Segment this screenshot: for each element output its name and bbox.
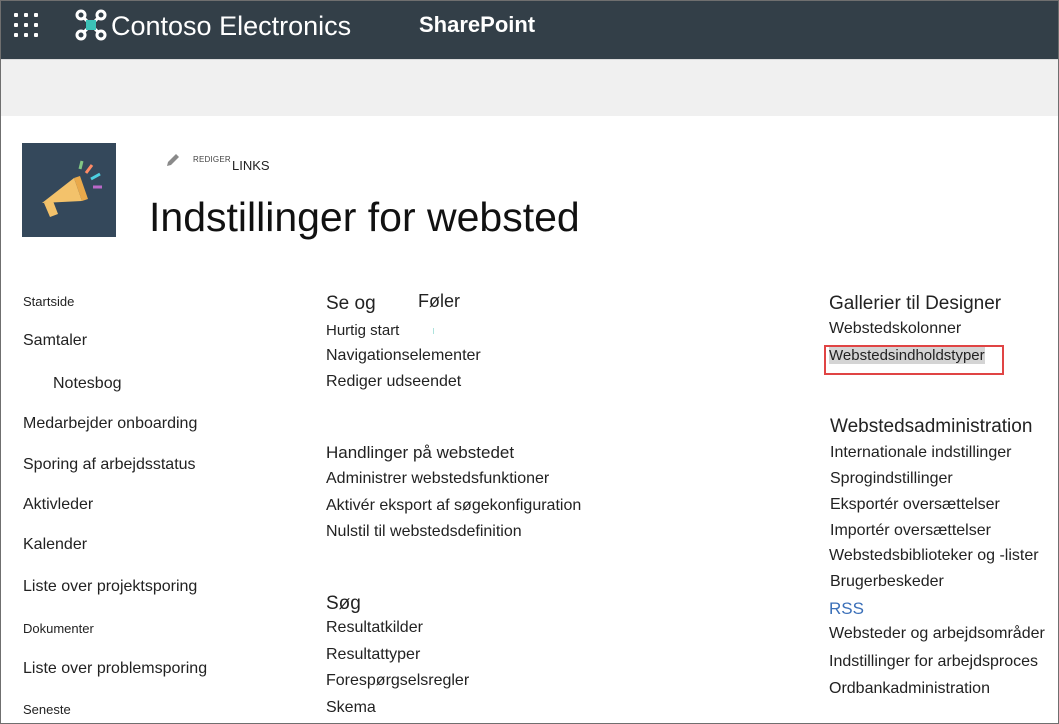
link-eksporter[interactable]: Eksportér oversættelser xyxy=(830,496,1000,514)
section-heading-search: Søg xyxy=(326,593,361,614)
link-rediger-udseendet[interactable]: Rediger udseendet xyxy=(326,373,461,391)
nav-item-startside[interactable]: Startside xyxy=(23,294,74,309)
link-resultatkilder[interactable]: Resultatkilder xyxy=(326,619,423,637)
text-cursor xyxy=(433,328,434,334)
link-websteder-arbejdsomraader[interactable]: Websteder og arbejdsområder xyxy=(829,625,1045,643)
contoso-logo-icon xyxy=(75,9,107,41)
link-nulstil[interactable]: Nulstil til webstedsdefinition xyxy=(326,523,522,541)
waffle-icon[interactable] xyxy=(14,13,40,39)
nav-item-dokumenter[interactable]: Dokumenter xyxy=(23,621,94,636)
link-arbejdsproces[interactable]: Indstillinger for arbejdsproces xyxy=(829,653,1038,671)
link-aktiver-eksport[interactable]: Aktivér eksport af søgekonfiguration xyxy=(326,497,581,515)
suite-bar: Contoso Electronics SharePoint xyxy=(1,1,1058,59)
link-brugerbeskeder[interactable]: Brugerbeskeder xyxy=(830,573,944,591)
link-webstedsindholdstyper-label: Webstedsindholdstyper xyxy=(829,347,985,364)
pencil-icon[interactable] xyxy=(164,151,182,169)
site-logo[interactable] xyxy=(22,143,116,237)
link-sprogindstillinger[interactable]: Sprogindstillinger xyxy=(830,470,953,488)
section-heading-admin: Webstedsadministration xyxy=(830,416,1033,437)
window-frame: Contoso Electronics SharePoint REDIGER L… xyxy=(0,0,1059,724)
nav-item-samtaler[interactable]: Samtaler xyxy=(23,332,87,350)
section-heading-feel: Føler xyxy=(418,291,460,311)
nav-item-seneste[interactable]: Seneste xyxy=(23,702,71,717)
nav-item-notesbog[interactable]: Notesbog xyxy=(53,375,122,393)
section-heading-look: Se og xyxy=(326,293,376,314)
link-webstedsindholdstyper[interactable]: Webstedsindholdstyper xyxy=(829,347,985,364)
link-ordbankadministration[interactable]: Ordbankadministration xyxy=(829,680,990,698)
edit-links-label[interactable]: LINKS xyxy=(232,158,270,173)
page-title: Indstillinger for websted xyxy=(149,194,580,240)
nav-item-aktivleder[interactable]: Aktivleder xyxy=(23,496,93,514)
link-navigationselementer[interactable]: Navigationselementer xyxy=(326,347,481,365)
edit-label[interactable]: REDIGER xyxy=(193,155,231,164)
product-name[interactable]: SharePoint xyxy=(419,12,535,38)
megaphone-icon xyxy=(42,160,102,217)
link-administrer-funktioner[interactable]: Administrer webstedsfunktioner xyxy=(326,470,549,488)
link-rss[interactable]: RSS xyxy=(829,599,864,619)
link-internationale[interactable]: Internationale indstillinger xyxy=(830,444,1011,462)
link-resultattyper[interactable]: Resultattyper xyxy=(326,646,420,664)
nav-item-kalender[interactable]: Kalender xyxy=(23,536,87,554)
nav-item-projektsporing[interactable]: Liste over projektsporing xyxy=(23,578,197,596)
link-forespoergselsregler[interactable]: Forespørgselsregler xyxy=(326,672,469,690)
link-webstedskolonner[interactable]: Webstedskolonner xyxy=(829,320,961,338)
nav-item-sporing[interactable]: Sporing af arbejdsstatus xyxy=(23,456,196,474)
nav-item-medarbejder-onboarding[interactable]: Medarbejder onboarding xyxy=(23,415,197,433)
link-hurtig-start[interactable]: Hurtig start xyxy=(326,322,399,339)
link-importer[interactable]: Importér oversættelser xyxy=(830,522,991,540)
section-heading-galleries: Gallerier til Designer xyxy=(829,293,1002,314)
command-bar xyxy=(1,59,1058,116)
link-skema[interactable]: Skema xyxy=(326,699,376,717)
section-heading-actions: Handlinger på webstedet xyxy=(326,443,515,462)
link-biblioteker-lister[interactable]: Webstedsbiblioteker og -lister xyxy=(829,547,1039,565)
nav-item-problemsporing[interactable]: Liste over problemsporing xyxy=(23,660,207,678)
brand-name[interactable]: Contoso Electronics xyxy=(111,11,351,42)
